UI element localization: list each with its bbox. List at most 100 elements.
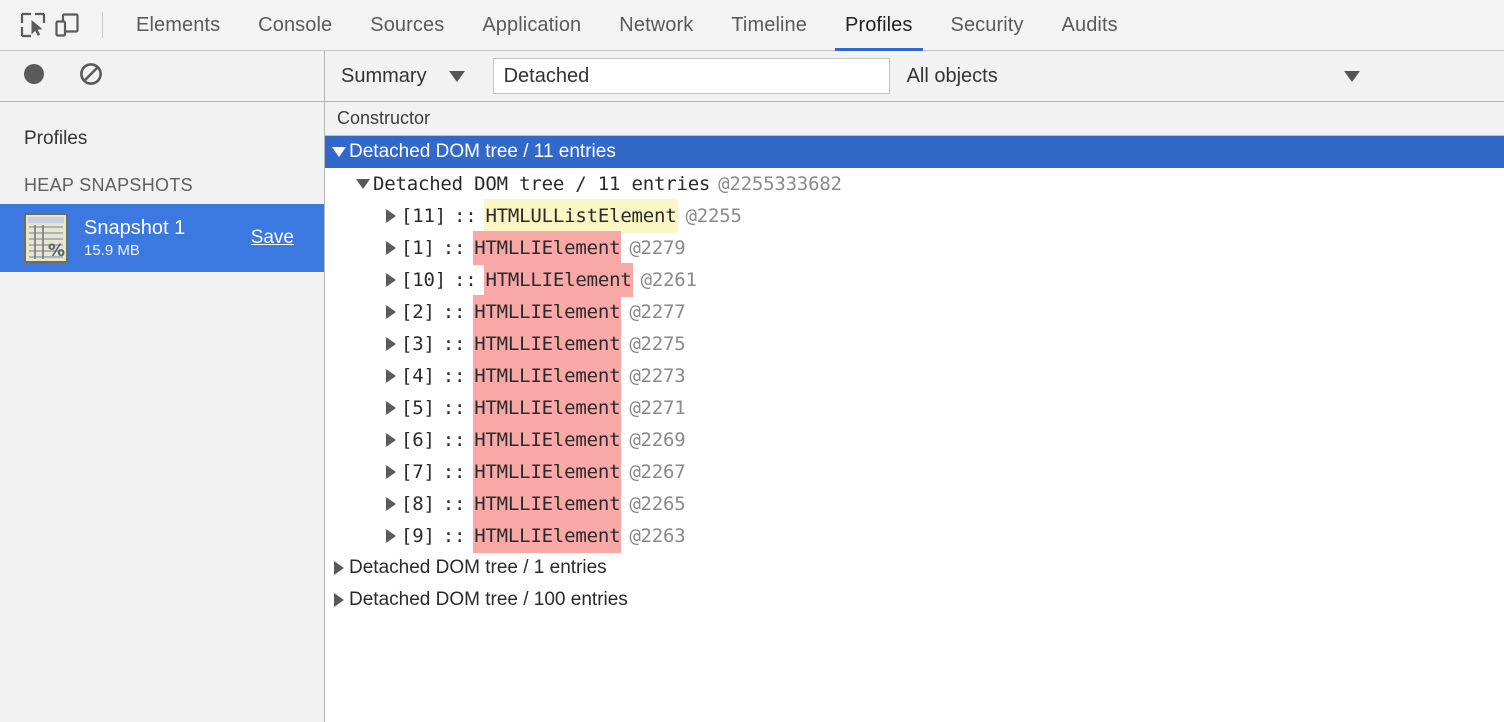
expand-triangle-right-icon[interactable] (381, 433, 401, 447)
expand-triangle-right-icon[interactable] (381, 465, 401, 479)
row-label: Detached DOM tree / 100 entries (349, 584, 628, 616)
devtools-window: Elements Console Sources Application Net… (0, 0, 1504, 722)
row-address: @2267 (629, 456, 685, 488)
expand-triangle-right-icon[interactable] (381, 273, 401, 287)
row-separator: :: (443, 328, 465, 360)
expand-triangle-right-icon[interactable] (381, 401, 401, 415)
tab-profiles[interactable]: Profiles (826, 0, 932, 51)
heap-toolbar: Summary All objects (325, 51, 1504, 102)
table-row[interactable]: [10]:: HTMLLIElement @2261 (325, 264, 1504, 296)
constructor-column-header[interactable]: Constructor (325, 102, 1504, 136)
tab-network[interactable]: Network (600, 0, 712, 51)
record-button[interactable] (16, 58, 52, 94)
row-address: @2271 (629, 392, 685, 424)
table-row[interactable]: [5]:: HTMLLIElement @2271 (325, 392, 1504, 424)
table-row[interactable]: [4]:: HTMLLIElement @2273 (325, 360, 1504, 392)
row-index: [8] (401, 488, 435, 520)
clear-button[interactable] (73, 58, 109, 94)
row-label: Detached DOM tree / 1 entries (349, 552, 607, 584)
row-label: Detached DOM tree / 11 entries (349, 136, 616, 168)
row-constructor: HTMLLIElement (473, 359, 621, 393)
expand-triangle-right-icon[interactable] (329, 593, 349, 607)
row-constructor: HTMLLIElement (473, 327, 621, 361)
sidebar-title: Profiles (0, 102, 324, 166)
tab-security[interactable]: Security (932, 0, 1043, 51)
tab-label: Profiles (845, 14, 913, 37)
object-scope-select[interactable]: All objects (907, 58, 1504, 94)
table-row[interactable]: [3]:: HTMLLIElement @2275 (325, 328, 1504, 360)
row-index: [11] (401, 200, 446, 232)
expand-triangle-right-icon[interactable] (381, 369, 401, 383)
tab-label: Network (619, 14, 693, 37)
row-index: [1] (401, 232, 435, 264)
row-address: @2255333682 (718, 168, 842, 200)
tab-label: Application (482, 14, 581, 37)
tab-label: Timeline (731, 14, 807, 37)
snapshot-list: % Snapshot 1 15.9 MB Save (0, 204, 324, 272)
panel-tabs: Elements Console Sources Application Net… (117, 0, 1137, 51)
table-row[interactable]: Detached DOM tree / 11 entries (325, 136, 1504, 168)
row-constructor: HTMLULListElement (484, 199, 677, 233)
view-select-label: Summary (341, 65, 427, 88)
sidebar-empty-area (0, 272, 324, 722)
view-select[interactable]: Summary (341, 58, 465, 94)
expand-triangle-right-icon[interactable] (381, 305, 401, 319)
table-row[interactable]: [6]:: HTMLLIElement @2269 (325, 424, 1504, 456)
class-filter-input[interactable] (493, 58, 890, 94)
table-row[interactable]: [2]:: HTMLLIElement @2277 (325, 296, 1504, 328)
table-row[interactable]: [11]:: HTMLULListElement @2255 (325, 200, 1504, 232)
row-separator: :: (443, 488, 465, 520)
table-row[interactable]: [7]:: HTMLLIElement @2267 (325, 456, 1504, 488)
row-constructor: HTMLLIElement (473, 231, 621, 265)
expand-triangle-down-icon[interactable] (353, 179, 373, 189)
row-index: [9] (401, 520, 435, 552)
table-row[interactable]: Detached DOM tree / 100 entries (325, 584, 1504, 616)
tab-sources[interactable]: Sources (351, 0, 463, 51)
toolbar-divider (102, 12, 103, 38)
row-constructor: HTMLLIElement (473, 519, 621, 553)
table-row[interactable]: Detached DOM tree / 1 entries (325, 552, 1504, 584)
tab-timeline[interactable]: Timeline (712, 0, 826, 51)
constructor-tree[interactable]: Detached DOM tree / 11 entries Detached … (325, 136, 1504, 722)
row-separator: :: (443, 424, 465, 456)
list-item[interactable]: % Snapshot 1 15.9 MB Save (0, 204, 324, 272)
row-separator: :: (443, 232, 465, 264)
expand-triangle-right-icon[interactable] (381, 497, 401, 511)
object-scope-label: All objects (907, 65, 998, 88)
column-header-label: Constructor (337, 108, 430, 129)
table-row[interactable]: [9]:: HTMLLIElement @2263 (325, 520, 1504, 552)
row-address: @2263 (629, 520, 685, 552)
heap-snapshot-view: Summary All objects Constructor Detached… (325, 51, 1504, 722)
table-row[interactable]: Detached DOM tree / 11 entries @22553336… (325, 168, 1504, 200)
expand-triangle-down-icon[interactable] (329, 147, 349, 157)
record-circle-icon (21, 61, 47, 92)
tab-label: Console (258, 14, 332, 37)
row-index: [6] (401, 424, 435, 456)
row-constructor: HTMLLIElement (473, 391, 621, 425)
row-address: @2277 (629, 296, 685, 328)
row-separator: :: (443, 392, 465, 424)
row-separator: :: (443, 360, 465, 392)
save-snapshot-link[interactable]: Save (251, 227, 294, 249)
row-index: [10] (401, 264, 446, 296)
expand-triangle-right-icon[interactable] (381, 209, 401, 223)
tab-application[interactable]: Application (463, 0, 600, 51)
tab-console[interactable]: Console (239, 0, 351, 51)
expand-triangle-right-icon[interactable] (381, 529, 401, 543)
expand-triangle-right-icon[interactable] (381, 241, 401, 255)
row-address: @2275 (629, 328, 685, 360)
row-address: @2255 (686, 200, 742, 232)
chevron-down-icon (449, 71, 465, 82)
heap-snapshots-section-label: HEAP SNAPSHOTS (0, 166, 324, 204)
tab-audits[interactable]: Audits (1043, 0, 1137, 51)
inspect-element-icon[interactable] (16, 8, 50, 42)
devtools-body: Profiles HEAP SNAPSHOTS (0, 51, 1504, 722)
expand-triangle-right-icon[interactable] (329, 561, 349, 575)
table-row[interactable]: [1]:: HTMLLIElement @2279 (325, 232, 1504, 264)
row-separator: :: (454, 200, 476, 232)
row-index: [7] (401, 456, 435, 488)
table-row[interactable]: [8]:: HTMLLIElement @2265 (325, 488, 1504, 520)
tab-elements[interactable]: Elements (117, 0, 239, 51)
expand-triangle-right-icon[interactable] (381, 337, 401, 351)
device-toolbar-icon[interactable] (50, 8, 84, 42)
